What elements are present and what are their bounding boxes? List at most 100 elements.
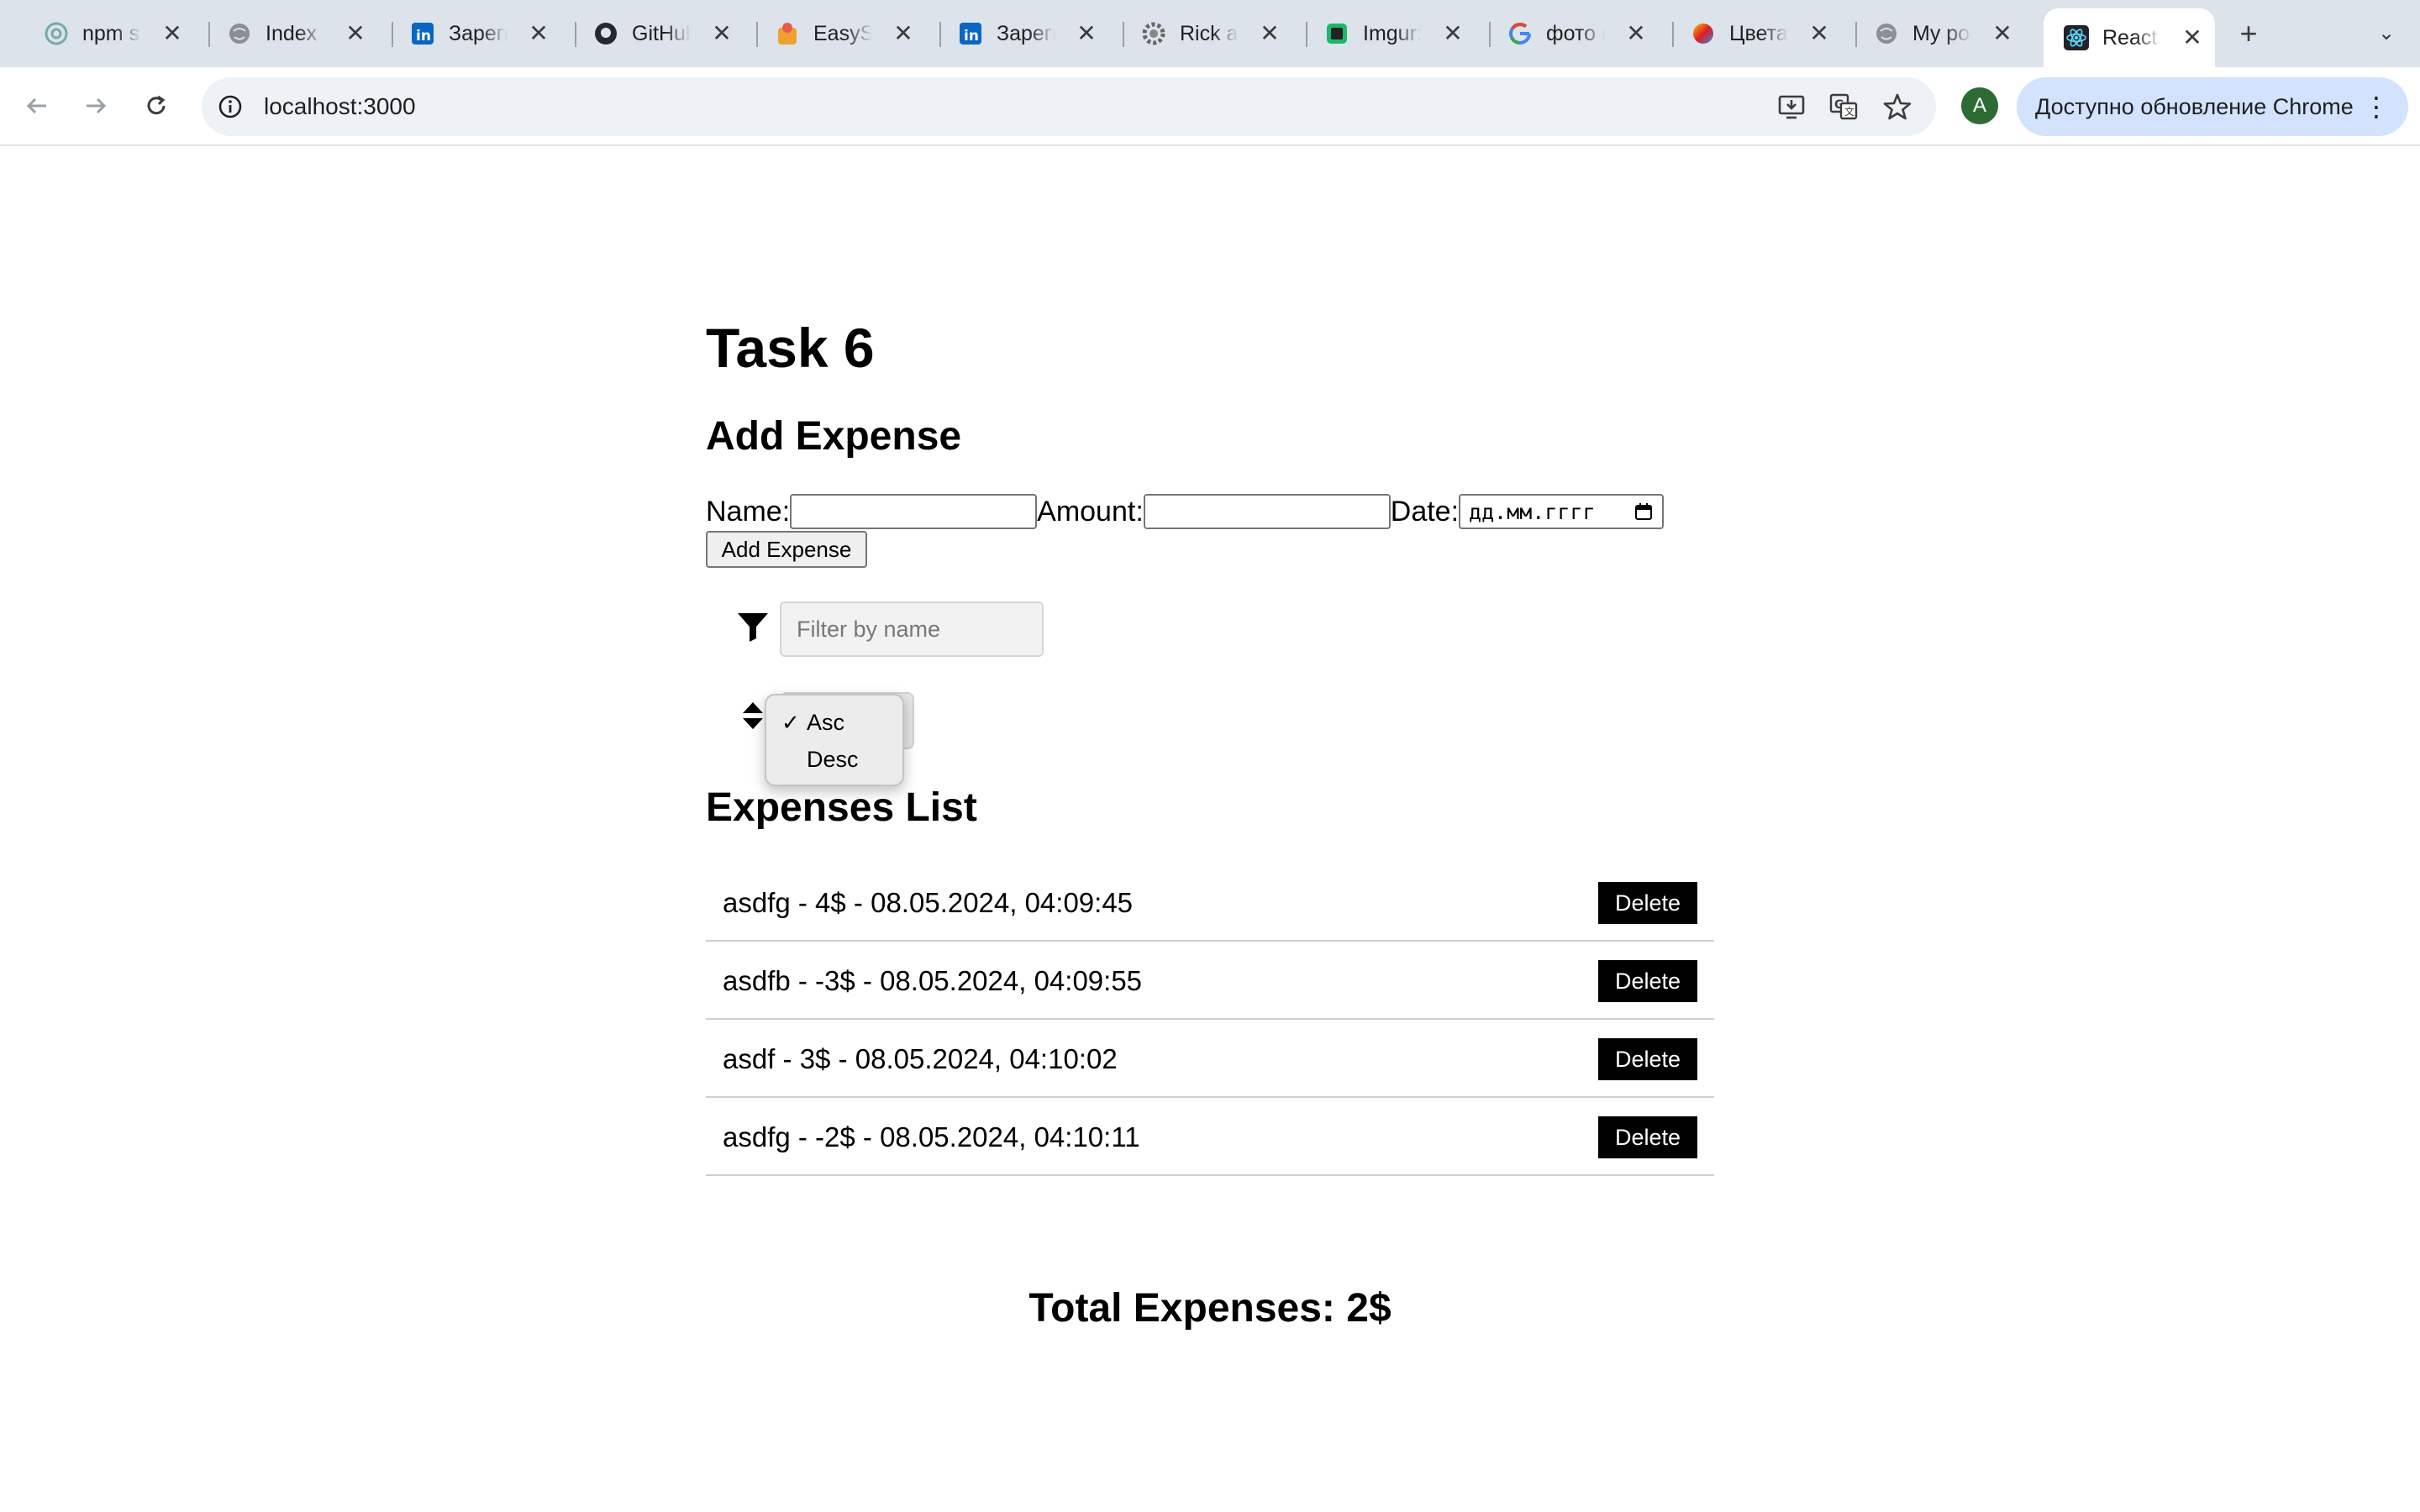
avatar[interactable]: A (1961, 87, 1998, 124)
close-icon[interactable]: ✕ (1990, 22, 2015, 45)
browser-tab[interactable]: Rick ar ✕ (1121, 8, 1282, 59)
svg-text:文: 文 (1844, 105, 1854, 118)
browser-tab-active[interactable]: React ✕ (2044, 8, 2215, 67)
date-placeholder: дд.мм.гггг (1469, 499, 1596, 524)
imgur-icon (1324, 21, 1349, 46)
close-icon[interactable]: ✕ (1257, 22, 1282, 45)
info-icon[interactable] (213, 90, 247, 123)
list-item: asdfg - 4$ - 08.05.2024, 04:09:45 Delete (706, 864, 1714, 942)
check-icon: ✓ (781, 710, 800, 735)
amount-label: Amount: (1037, 495, 1144, 528)
arrow-right-icon (87, 97, 107, 114)
name-input[interactable] (790, 494, 1038, 529)
globe-icon (227, 21, 252, 46)
add-expense-form: Name: Amount: Date: дд.мм.гггг (706, 492, 1665, 531)
tab-title: GitHub (632, 21, 691, 45)
name-label: Name: (706, 495, 791, 528)
linkedin-icon: in (958, 21, 983, 46)
reload-icon (147, 95, 166, 115)
github-icon (593, 21, 618, 46)
tab-strip: npm st ✕ Index c ✕ in Зареги ✕ GitHub ✕ … (0, 0, 2420, 67)
new-tab-button[interactable]: + (2230, 15, 2267, 52)
amount-input[interactable] (1143, 494, 1391, 529)
browser-tab[interactable]: фото к ✕ (1487, 8, 1649, 59)
expenses-list: asdfg - 4$ - 08.05.2024, 04:09:45 Delete… (706, 864, 1714, 1176)
chrome-update-button[interactable]: Доступно обновление Chrome ⋮ (2017, 77, 2408, 136)
tab-title: фото к (1546, 21, 1605, 45)
close-icon[interactable]: ✕ (1440, 22, 1465, 45)
browser-tab[interactable]: EasySh ✕ (755, 8, 916, 59)
browser-tab[interactable]: Index c ✕ (207, 8, 368, 59)
openai-icon (44, 21, 69, 46)
tab-title: npm st (82, 21, 141, 45)
close-icon[interactable]: ✕ (160, 22, 185, 45)
svg-text:in: in (964, 28, 979, 45)
tab-title: Imgur: (1363, 21, 1422, 45)
url-text[interactable]: localhost:3000 (264, 77, 416, 136)
tab-title: React (2102, 25, 2158, 50)
tab-title: Index c (266, 21, 324, 45)
chevron-down-icon[interactable]: ⌄ (2366, 15, 2407, 52)
close-icon[interactable]: ✕ (1623, 22, 1649, 45)
browser-tab[interactable]: My por ✕ (1854, 8, 2015, 59)
list-item: asdfg - -2$ - 08.05.2024, 04:10:11 Delet… (706, 1098, 1714, 1176)
close-icon[interactable]: ✕ (526, 22, 551, 45)
close-icon[interactable]: ✕ (1074, 22, 1099, 45)
close-icon[interactable]: ✕ (709, 22, 734, 45)
linkedin-icon: in (410, 21, 435, 46)
sort-option-desc[interactable]: Desc (766, 741, 902, 778)
reload-button[interactable] (134, 84, 178, 128)
date-input[interactable]: дд.мм.гггг (1459, 494, 1665, 529)
calendar-icon[interactable] (1634, 501, 1654, 522)
close-icon[interactable]: ✕ (891, 22, 916, 45)
expense-text: asdfb - -3$ - 08.05.2024, 04:09:55 (723, 965, 1143, 996)
star-icon[interactable] (1881, 90, 1914, 123)
tab-title: My por (1912, 21, 1971, 45)
tab-title: Цвета (1729, 21, 1788, 45)
browser-tab[interactable]: npm st ✕ (24, 8, 185, 59)
tab-title: Зареги (449, 21, 508, 45)
browser-tab[interactable]: in Зареги ✕ (390, 8, 551, 59)
browser-toolbar: localhost:3000 G文 A Доступно обновление … (0, 67, 2420, 146)
browser-tab[interactable]: Цвета ✕ (1670, 8, 1832, 59)
delete-button[interactable]: Delete (1598, 882, 1697, 924)
delete-button[interactable]: Delete (1598, 960, 1697, 1002)
add-expense-heading: Add Expense (706, 414, 962, 459)
react-icon (2064, 25, 2089, 50)
close-icon[interactable]: ✕ (2180, 26, 2205, 50)
browser-tab[interactable]: Imgur: ✕ (1304, 8, 1465, 59)
back-button[interactable] (15, 84, 59, 128)
translate-icon[interactable]: G文 (1827, 90, 1860, 123)
delete-button[interactable]: Delete (1598, 1116, 1697, 1158)
tab-title: Зареги (997, 21, 1055, 45)
list-item: asdf - 3$ - 08.05.2024, 04:10:02 Delete (706, 1020, 1714, 1098)
address-bar[interactable]: localhost:3000 G文 (202, 77, 1936, 136)
browser-tab[interactable]: in Зареги ✕ (938, 8, 1099, 59)
tab-title: EasySh (813, 21, 872, 45)
sort-dropdown: ✓ Asc Desc (765, 694, 904, 786)
list-item: asdfb - -3$ - 08.05.2024, 04:09:55 Delet… (706, 942, 1714, 1020)
delete-button[interactable]: Delete (1598, 1038, 1697, 1080)
close-icon[interactable]: ✕ (343, 22, 368, 45)
expense-text: asdf - 3$ - 08.05.2024, 04:10:02 (723, 1043, 1118, 1074)
expense-text: asdfg - -2$ - 08.05.2024, 04:10:11 (723, 1121, 1140, 1152)
sort-option-asc[interactable]: ✓ Asc (766, 704, 902, 741)
expense-text: asdfg - 4$ - 08.05.2024, 04:09:45 (723, 887, 1134, 918)
option-label: Asc (807, 710, 845, 735)
svg-text:in: in (416, 28, 431, 45)
easyshare-icon (775, 21, 800, 46)
gear-icon (1141, 21, 1166, 46)
total-expenses: Total Expenses: 2$ (1028, 1286, 1392, 1331)
add-expense-button[interactable]: Add Expense (706, 531, 867, 568)
google-icon (1507, 21, 1533, 46)
arrow-left-icon (26, 97, 46, 114)
forward-button[interactable] (74, 84, 118, 128)
close-icon[interactable]: ✕ (1807, 22, 1832, 45)
browser-tab[interactable]: GitHub ✕ (573, 8, 734, 59)
update-label: Доступно обновление Chrome (2035, 93, 2354, 119)
filter-icon (738, 613, 768, 642)
option-label: Desc (807, 747, 859, 772)
install-app-icon[interactable] (1775, 90, 1808, 123)
more-vert-icon[interactable]: ⋮ (2363, 77, 2390, 136)
filter-input[interactable] (780, 601, 1044, 657)
